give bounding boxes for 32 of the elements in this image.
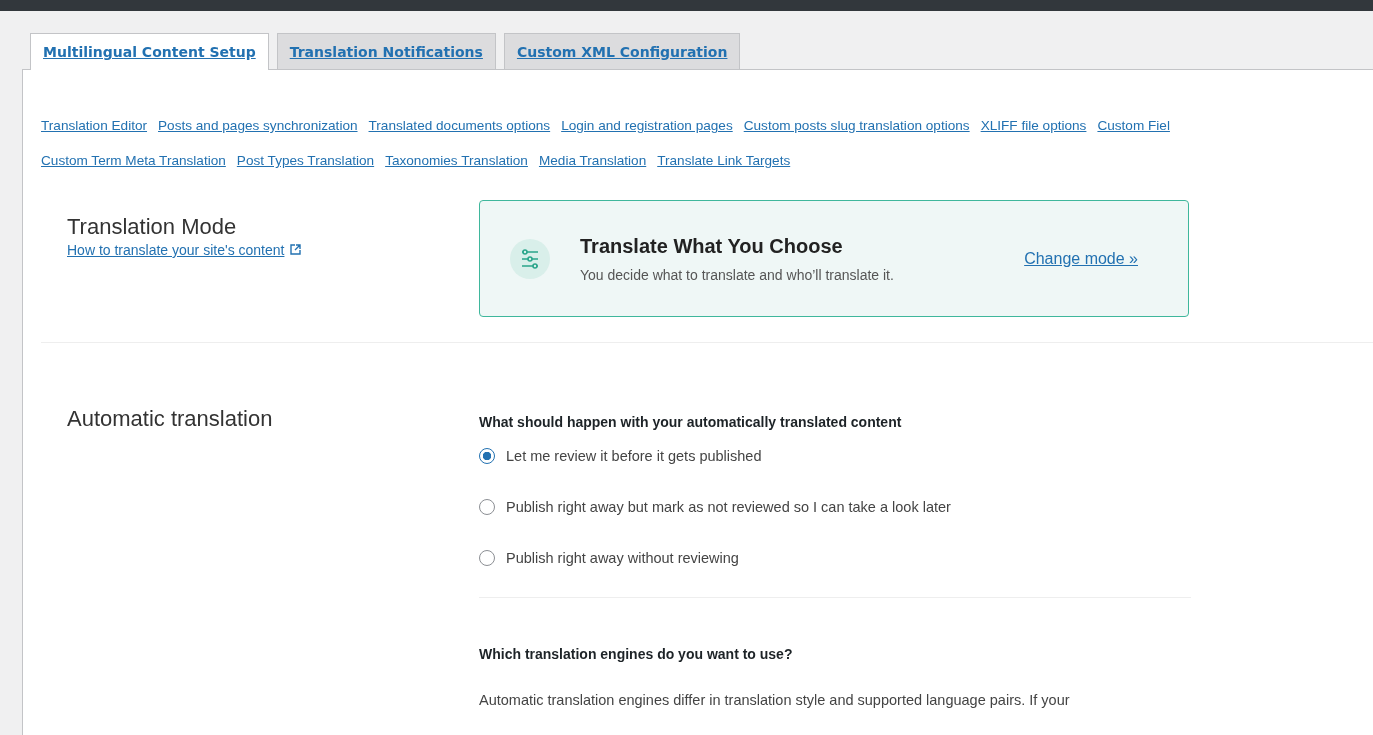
radio-button[interactable] — [479, 550, 495, 566]
mode-title: Translate What You Choose — [580, 234, 844, 258]
section-link[interactable]: Translated documents options — [368, 118, 551, 133]
option-label: Let me review it before it gets published — [506, 448, 762, 464]
question-label: Which translation engines do you want to use? — [479, 646, 794, 662]
radio-button[interactable] — [479, 448, 495, 464]
help-link[interactable]: How to translate your site's content — [67, 242, 285, 258]
section-link[interactable]: Login and registration pages — [561, 118, 733, 133]
section-link[interactable]: Custom posts slug translation options — [743, 118, 970, 133]
external-link-icon — [290, 244, 302, 255]
change-mode-link[interactable]: Change mode » — [1024, 249, 1138, 268]
option-label: Publish right away but mark as not reviewed so I can take a look later — [506, 499, 951, 515]
radio-button[interactable] — [479, 499, 495, 515]
option-label: Publish right away without reviewing — [506, 550, 739, 566]
sliders-icon — [510, 238, 550, 279]
section-link[interactable]: Translation Editor — [41, 118, 148, 133]
section-heading: Translation Mode — [67, 214, 238, 240]
mode-description: You decide what to translate and who’ll translate it. — [580, 266, 895, 283]
section-link[interactable]: Custom Fiel — [1097, 118, 1170, 133]
section-link[interactable]: Custom Term Meta Translation — [41, 153, 226, 168]
tab[interactable]: Translation Notifications — [276, 33, 496, 69]
section-link[interactable]: XLIFF file options — [980, 118, 1087, 133]
section-link[interactable]: Translate Link Targets — [657, 153, 791, 168]
section-link[interactable]: Taxonomies Translation — [385, 153, 528, 168]
tab[interactable]: Custom XML Configuration — [503, 33, 741, 69]
section-link[interactable]: Media Translation — [538, 153, 647, 168]
engines-description: Automatic translation engines differ in translation style and supported language pairs. If your — [479, 692, 1071, 708]
tab[interactable]: Multilingual Content Setup — [30, 33, 269, 70]
section-link[interactable]: Post Types Translation — [236, 153, 375, 168]
question-label: What should happen with your automatically translated content — [479, 414, 903, 430]
section-heading: Automatic translation — [67, 406, 274, 432]
section-link[interactable]: Posts and pages synchronization — [158, 118, 358, 133]
